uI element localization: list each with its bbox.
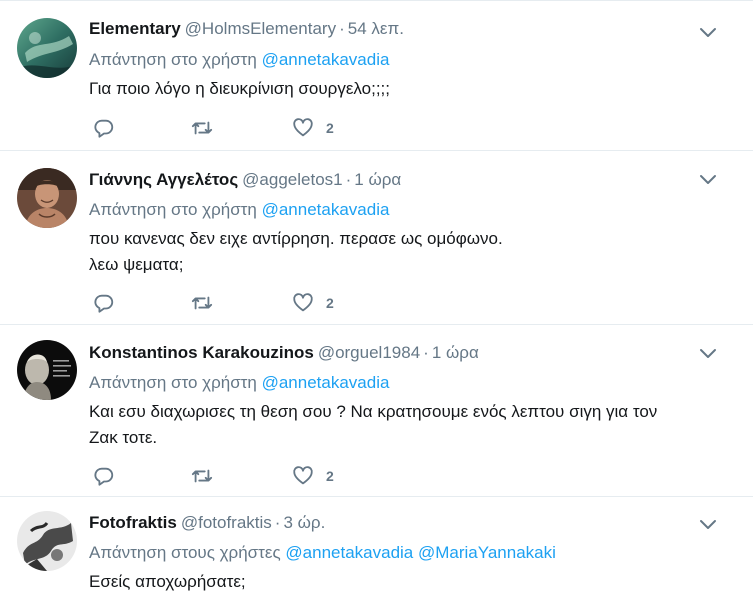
- retweet-icon: [191, 121, 213, 135]
- tweet-timestamp[interactable]: 3 ώρ.: [283, 513, 325, 532]
- chevron-down-icon[interactable]: [699, 518, 717, 532]
- retweet-icon: [191, 469, 213, 483]
- like-button[interactable]: 2: [292, 116, 334, 140]
- tweet[interactable]: Fotofraktis @fotofraktis · 3 ώρ. Απάντηση σ…: [0, 497, 753, 613]
- tweet-text-line: που κανενας δεν ειχε αντίρρηση. περασε ω…: [89, 229, 503, 248]
- tweet[interactable]: Elementary @HolmsElementary · 54 λεπ. Απάντ…: [0, 1, 753, 151]
- tweet-text-line: Για ποιο λόγο η διευκρίνιση σουργελο;;;;: [89, 79, 391, 98]
- tweet-text-line: Ζακ τοτε.: [89, 428, 158, 447]
- tweet-text-line: λεω ψεματα;: [89, 255, 184, 274]
- author-username[interactable]: @fotofraktis: [181, 513, 272, 532]
- reply-timeline: Elementary @HolmsElementary · 54 λεπ. Απάντ…: [0, 0, 753, 613]
- author-name[interactable]: Fotofraktis: [89, 513, 177, 532]
- tweet-actions: 2: [89, 106, 753, 152]
- avatar[interactable]: [17, 511, 77, 571]
- reply-button[interactable]: [93, 116, 115, 140]
- avatar[interactable]: [17, 18, 77, 78]
- separator-dot: ·: [423, 343, 429, 362]
- tweet-header: Γιάννης Αγγελέτος @aggeletos1 · 1 ώρα: [89, 169, 753, 191]
- reply-context-label: Απάντηση στο χρήστη: [89, 200, 257, 219]
- reply-context: Απάντηση στο χρήστη @annetakavadia: [89, 372, 753, 394]
- avatar[interactable]: [17, 340, 77, 400]
- heart-icon: [293, 466, 313, 485]
- mention-link[interactable]: @annetakavadia: [262, 373, 390, 392]
- chevron-down-icon[interactable]: [699, 26, 717, 40]
- mention-link[interactable]: @annetakavadia: [262, 200, 390, 219]
- retweet-button[interactable]: [191, 116, 213, 140]
- reply-button[interactable]: [93, 291, 115, 315]
- mention-link[interactable]: @annetakavadia: [285, 543, 413, 562]
- tweet-timestamp[interactable]: 54 λεπ.: [348, 19, 404, 38]
- author-name[interactable]: Elementary: [89, 19, 181, 38]
- tweet-header: Konstantinos Karakouzinos @orguel1984 · 1 ώ…: [89, 342, 753, 364]
- bust-quote-avatar-icon: [17, 340, 77, 400]
- reply-context: Απάντηση στο χρήστη @annetakavadia: [89, 49, 753, 71]
- author-username[interactable]: @orguel1984: [318, 343, 420, 362]
- tweet-text-line: Και εσυ διαχωρισες τη θεση σου ? Να κρατ…: [89, 402, 658, 421]
- separator-dot: ·: [274, 513, 281, 532]
- author-username[interactable]: @aggeletos1: [242, 170, 342, 189]
- underwater-photo-avatar-icon: [17, 18, 77, 78]
- tweet-timestamp[interactable]: 1 ώρα: [354, 170, 401, 189]
- tweet-header: Elementary @HolmsElementary · 54 λεπ.: [89, 18, 753, 40]
- reply-context: Απάντηση στο χρήστη @annetakavadia: [89, 199, 753, 221]
- reply-context-label: Απάντηση στο χρήστη: [89, 373, 257, 392]
- retweet-button[interactable]: [191, 291, 213, 315]
- like-button[interactable]: 2: [292, 464, 334, 488]
- tweet-text-line: Εσείς αποχωρήσατε;: [89, 572, 246, 591]
- tweet-header: Fotofraktis @fotofraktis · 3 ώρ.: [89, 512, 753, 534]
- separator-dot: ·: [339, 19, 345, 38]
- tweet-text: Για ποιο λόγο η διευκρίνιση σουργελο;;;;: [89, 76, 709, 102]
- reply-context-label: Απάντηση στους χρήστες: [89, 543, 281, 562]
- reply-context: Απάντηση στους χρήστες @annetakavadia @M…: [89, 542, 753, 564]
- tweet-text: Εσείς αποχωρήσατε;: [89, 569, 709, 595]
- heart-icon: [293, 293, 313, 312]
- tweet-text: Και εσυ διαχωρισες τη θεση σου ? Να κρατ…: [89, 399, 709, 451]
- man-portrait-avatar-icon: [17, 168, 77, 228]
- like-button[interactable]: 2: [292, 291, 334, 315]
- author-name[interactable]: Γιάννης Αγγελέτος: [89, 170, 238, 189]
- separator-dot: ·: [345, 170, 352, 189]
- tweet-actions: 2: [89, 454, 753, 500]
- mention-link[interactable]: @MariaYannakaki: [418, 543, 556, 562]
- retweet-icon: [191, 296, 213, 310]
- monochrome-photo-avatar-icon: [17, 511, 77, 571]
- chevron-down-icon[interactable]: [699, 173, 717, 187]
- like-count: 2: [326, 468, 334, 484]
- chevron-down-icon[interactable]: [699, 347, 717, 361]
- retweet-button[interactable]: [191, 464, 213, 488]
- author-username[interactable]: @HolmsElementary: [185, 19, 336, 38]
- tweet-text: που κανενας δεν ειχε αντίρρηση. περασε ω…: [89, 226, 709, 278]
- reply-icon: [94, 294, 114, 313]
- tweet-actions: 2: [89, 281, 753, 327]
- tweet[interactable]: Γιάννης Αγγελέτος @aggeletos1 · 1 ώρα Απάντ…: [0, 151, 753, 325]
- tweet-timestamp[interactable]: 1 ώρα: [432, 343, 479, 362]
- like-count: 2: [326, 295, 334, 311]
- reply-icon: [94, 467, 114, 486]
- like-count: 2: [326, 120, 334, 136]
- heart-icon: [293, 118, 313, 137]
- mention-link[interactable]: @annetakavadia: [262, 50, 390, 69]
- author-name[interactable]: Konstantinos Karakouzinos: [89, 343, 314, 362]
- reply-button[interactable]: [93, 464, 115, 488]
- avatar[interactable]: [17, 168, 77, 228]
- reply-icon: [94, 119, 114, 138]
- reply-context-label: Απάντηση στο χρήστη: [89, 50, 257, 69]
- tweet[interactable]: Konstantinos Karakouzinos @orguel1984 · 1 ώ…: [0, 325, 753, 497]
